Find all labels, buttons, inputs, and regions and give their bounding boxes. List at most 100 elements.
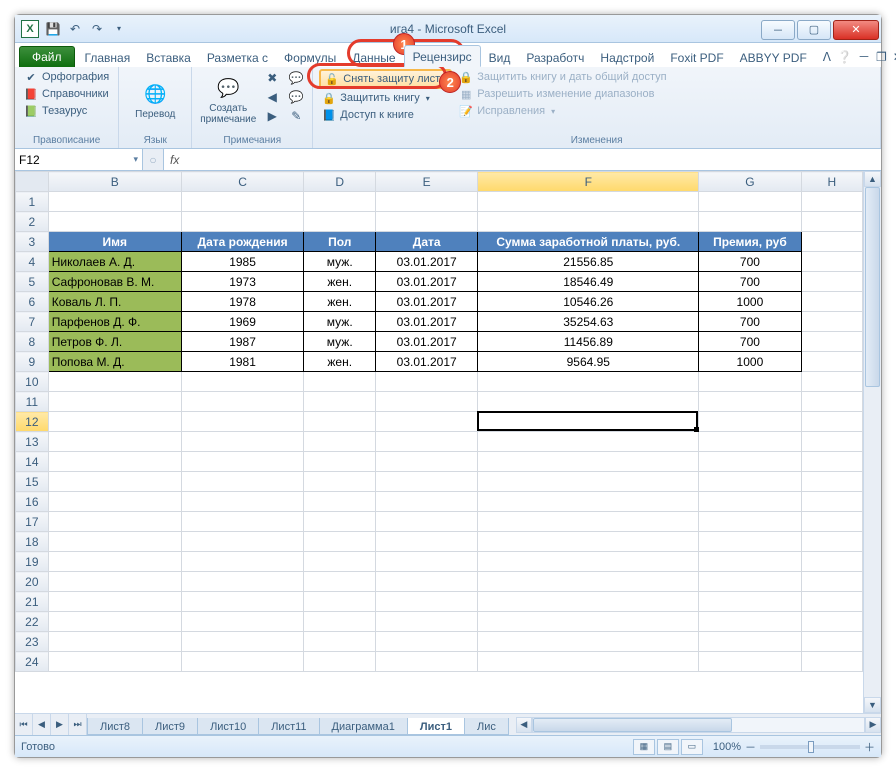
row-header-6[interactable]: 6 — [16, 292, 49, 312]
cell-E17[interactable] — [376, 512, 478, 532]
row-header-12[interactable]: 12 — [16, 412, 49, 432]
cell-D6[interactable]: жен. — [304, 292, 376, 312]
cell-C23[interactable] — [181, 632, 304, 652]
translate-button[interactable]: 🌐 Перевод — [125, 69, 185, 133]
sheet-tab-Лист8[interactable]: Лист8 — [87, 718, 143, 735]
cell-E16[interactable] — [376, 492, 478, 512]
cell-G17[interactable] — [699, 512, 801, 532]
cell-D7[interactable]: муж. — [304, 312, 376, 332]
cell-D16[interactable] — [304, 492, 376, 512]
cell-F12[interactable] — [478, 412, 699, 432]
cell-F24[interactable] — [478, 652, 699, 672]
row-header-5[interactable]: 5 — [16, 272, 49, 292]
cell-C8[interactable]: 1987 — [181, 332, 304, 352]
cell-D12[interactable] — [304, 412, 376, 432]
cell-F11[interactable] — [478, 392, 699, 412]
new-comment-button[interactable]: 💬 Создать примечание — [198, 69, 258, 133]
cell-D19[interactable] — [304, 552, 376, 572]
name-box[interactable]: F12 ▾ — [15, 149, 143, 170]
cell-H10[interactable] — [801, 372, 862, 392]
share-workbook-button[interactable]: 📘Доступ к книге — [319, 107, 452, 123]
protect-workbook-button[interactable]: 🔒Защитить книгу▾ — [319, 90, 452, 106]
cell-F20[interactable] — [478, 572, 699, 592]
row-header-14[interactable]: 14 — [16, 452, 49, 472]
cell-C24[interactable] — [181, 652, 304, 672]
tab-вид[interactable]: Вид — [481, 47, 519, 67]
col-header-G[interactable]: G — [699, 172, 801, 192]
cell-E10[interactable] — [376, 372, 478, 392]
cell-C15[interactable] — [181, 472, 304, 492]
col-header-B[interactable]: B — [48, 172, 181, 192]
cell-D21[interactable] — [304, 592, 376, 612]
tab-разметка с[interactable]: Разметка с — [199, 47, 276, 67]
cell-H12[interactable] — [801, 412, 862, 432]
row-header-24[interactable]: 24 — [16, 652, 49, 672]
row-header-21[interactable]: 21 — [16, 592, 49, 612]
tab-рецензирс[interactable]: Рецензирс — [404, 45, 481, 67]
cell-B1[interactable] — [48, 192, 181, 212]
cell-D8[interactable]: муж. — [304, 332, 376, 352]
cell-C18[interactable] — [181, 532, 304, 552]
sheet-tab-Лис[interactable]: Лис — [464, 718, 509, 735]
cell-D17[interactable] — [304, 512, 376, 532]
cell-G6[interactable]: 1000 — [699, 292, 801, 312]
cell-E2[interactable] — [376, 212, 478, 232]
cell-G1[interactable] — [699, 192, 801, 212]
cell-B19[interactable] — [48, 552, 181, 572]
cell-D14[interactable] — [304, 452, 376, 472]
cell-F18[interactable] — [478, 532, 699, 552]
cell-B9[interactable]: Попова М. Д. — [48, 352, 181, 372]
cell-E20[interactable] — [376, 572, 478, 592]
zoom-out-button[interactable]: － — [745, 739, 756, 755]
cell-D2[interactable] — [304, 212, 376, 232]
cell-F9[interactable]: 9564.95 — [478, 352, 699, 372]
cell-F13[interactable] — [478, 432, 699, 452]
cell-H11[interactable] — [801, 392, 862, 412]
row-header-19[interactable]: 19 — [16, 552, 49, 572]
cell-G19[interactable] — [699, 552, 801, 572]
cell-E3[interactable]: Дата — [376, 232, 478, 252]
cell-F21[interactable] — [478, 592, 699, 612]
cell-G2[interactable] — [699, 212, 801, 232]
cell-F3[interactable]: Сумма заработной платы, руб. — [478, 232, 699, 252]
help-icon[interactable]: ❔ — [837, 50, 852, 64]
row-header-10[interactable]: 10 — [16, 372, 49, 392]
cell-H6[interactable] — [801, 292, 862, 312]
cell-B13[interactable] — [48, 432, 181, 452]
col-header-E[interactable]: E — [376, 172, 478, 192]
vertical-scrollbar[interactable]: ▲ ▼ — [863, 171, 881, 713]
cell-C22[interactable] — [181, 612, 304, 632]
cell-H19[interactable] — [801, 552, 862, 572]
cell-F10[interactable] — [478, 372, 699, 392]
row-header-9[interactable]: 9 — [16, 352, 49, 372]
row-header-13[interactable]: 13 — [16, 432, 49, 452]
cell-C1[interactable] — [181, 192, 304, 212]
sheet-tab-Лист9[interactable]: Лист9 — [142, 718, 198, 735]
tab-формулы[interactable]: Формулы — [276, 47, 344, 67]
cell-H9[interactable] — [801, 352, 862, 372]
namebox-dropdown-icon[interactable]: ▾ — [133, 154, 138, 165]
undo-icon[interactable]: ↶ — [67, 21, 83, 37]
cell-G9[interactable]: 1000 — [699, 352, 801, 372]
cell-H20[interactable] — [801, 572, 862, 592]
cell-D13[interactable] — [304, 432, 376, 452]
row-header-22[interactable]: 22 — [16, 612, 49, 632]
scroll-right-button[interactable]: ▶ — [865, 717, 881, 733]
cell-G11[interactable] — [699, 392, 801, 412]
cell-F4[interactable]: 21556.85 — [478, 252, 699, 272]
cell-G15[interactable] — [699, 472, 801, 492]
cell-E14[interactable] — [376, 452, 478, 472]
cell-G23[interactable] — [699, 632, 801, 652]
cell-H8[interactable] — [801, 332, 862, 352]
col-header-D[interactable]: D — [304, 172, 376, 192]
thesaurus-button[interactable]: 📗Тезаурус — [21, 103, 112, 119]
cell-B5[interactable]: Сафроновав В. М. — [48, 272, 181, 292]
tab-разработч[interactable]: Разработч — [518, 47, 592, 67]
cell-H24[interactable] — [801, 652, 862, 672]
cell-G20[interactable] — [699, 572, 801, 592]
show-all-comments-icon[interactable]: 💬 — [286, 88, 306, 106]
cell-D23[interactable] — [304, 632, 376, 652]
sheet-tab-Диаграмма1[interactable]: Диаграмма1 — [319, 718, 408, 735]
col-header-C[interactable]: C — [181, 172, 304, 192]
cell-C6[interactable]: 1978 — [181, 292, 304, 312]
